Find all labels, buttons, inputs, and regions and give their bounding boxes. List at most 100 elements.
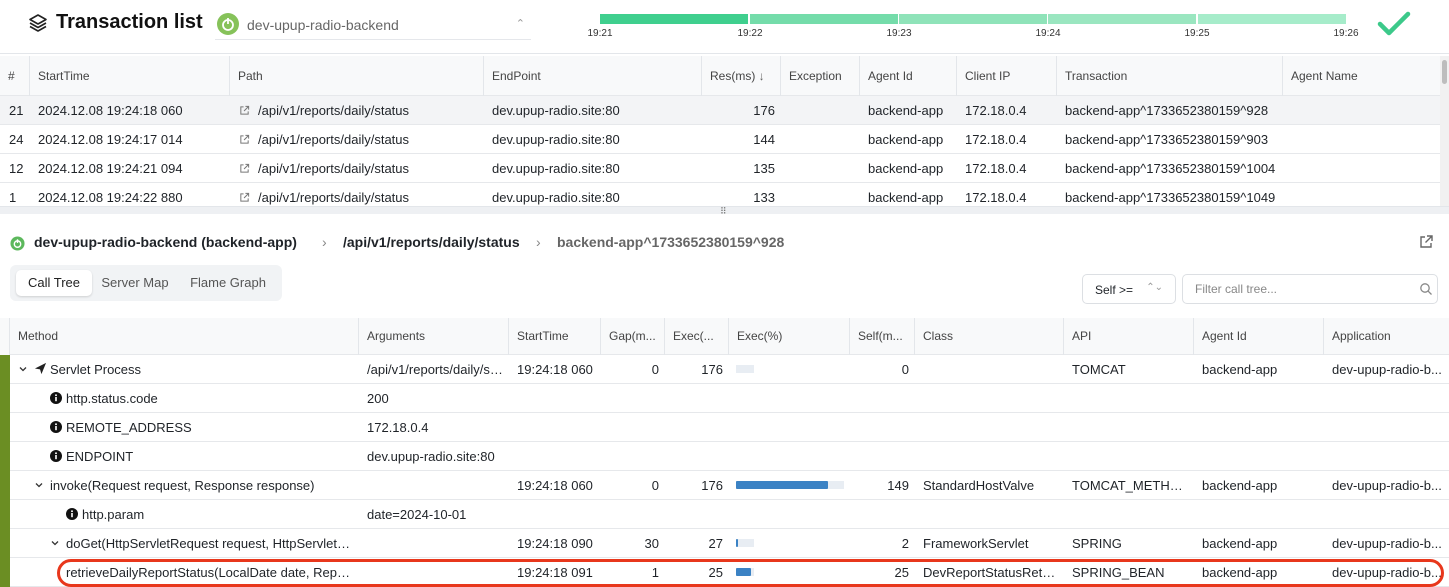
call-tree-row[interactable]: http.param date=2024-10-01 bbox=[0, 500, 1449, 529]
cell-ip: 172.18.0.4 bbox=[965, 103, 1027, 118]
timeline-segment[interactable] bbox=[750, 14, 898, 24]
column-header--[interactable]: # bbox=[8, 69, 28, 83]
column-header-exec-[interactable]: Exec(... bbox=[673, 329, 725, 343]
transaction-table-scrollbar[interactable] bbox=[1440, 56, 1449, 206]
self-threshold-select[interactable]: Self >= ⌃⌄ bbox=[1082, 274, 1176, 304]
column-header-self-m-[interactable]: Self(m... bbox=[858, 329, 911, 343]
external-link-icon[interactable] bbox=[239, 162, 250, 177]
chevron-down-icon[interactable] bbox=[18, 362, 28, 377]
column-separator[interactable] bbox=[1056, 56, 1057, 96]
column-header-exec-[interactable]: Exec(%) bbox=[737, 329, 846, 343]
column-header-endpoint[interactable]: EndPoint bbox=[492, 69, 700, 83]
external-link-icon[interactable] bbox=[1418, 234, 1434, 250]
cell-args: /api/v1/reports/daily/st... bbox=[367, 362, 503, 377]
external-link-icon[interactable] bbox=[239, 133, 250, 148]
pane-splitter[interactable]: ⠿ bbox=[0, 206, 1449, 216]
column-separator[interactable] bbox=[780, 56, 781, 96]
column-header-client-ip[interactable]: Client IP bbox=[965, 69, 1055, 83]
column-header-agent-id[interactable]: Agent Id bbox=[1202, 329, 1320, 343]
column-header-class[interactable]: Class bbox=[923, 329, 1060, 343]
depth-indicator bbox=[0, 384, 10, 413]
application-select[interactable]: dev-upup-radio-backend ⌃ bbox=[215, 10, 531, 40]
call-tree-row[interactable]: invoke(Request request, Response respons… bbox=[0, 471, 1449, 500]
call-tree-row[interactable]: ENDPOINT dev.upup-radio.site:80 bbox=[0, 442, 1449, 471]
column-separator[interactable] bbox=[728, 318, 729, 355]
spring-app-icon bbox=[10, 236, 25, 254]
column-separator[interactable] bbox=[600, 318, 601, 355]
call-tree-row[interactable]: Servlet Process/api/v1/reports/daily/st.… bbox=[0, 355, 1449, 384]
column-header-res-ms-[interactable]: Res(ms) ↓ bbox=[710, 69, 779, 83]
table-row[interactable]: 21 2024.12.08 19:24:18 060/api/v1/reports… bbox=[0, 96, 1440, 125]
filter-call-tree-input[interactable] bbox=[1182, 274, 1438, 304]
column-separator[interactable] bbox=[1323, 318, 1324, 355]
column-separator[interactable] bbox=[664, 318, 665, 355]
breadcrumb-app[interactable]: dev-upup-radio-backend (backend-app) bbox=[34, 234, 297, 250]
cell-endpoint: dev.upup-radio.site:80 bbox=[492, 132, 620, 147]
column-header-gap-m-[interactable]: Gap(m... bbox=[609, 329, 661, 343]
column-separator[interactable] bbox=[1063, 318, 1064, 355]
column-header-transaction[interactable]: Transaction bbox=[1065, 69, 1281, 83]
chevron-down-icon[interactable] bbox=[50, 536, 60, 551]
timeline-label: 19:24 bbox=[1035, 28, 1061, 39]
column-header-starttime[interactable]: StartTime bbox=[517, 329, 597, 343]
column-header-starttime[interactable]: StartTime bbox=[38, 69, 228, 83]
timeline-segment[interactable] bbox=[1048, 14, 1196, 24]
timeline-bar[interactable] bbox=[600, 14, 1346, 24]
cell-tx: backend-app^1733652380159^903 bbox=[1065, 132, 1269, 147]
table-row[interactable]: 24 2024.12.08 19:24:17 014/api/v1/reports… bbox=[0, 125, 1440, 154]
top-header: Transaction list dev-upup-radio-backend … bbox=[0, 0, 1449, 54]
table-row[interactable]: 1 2024.12.08 19:24:22 880/api/v1/reports/… bbox=[0, 183, 1440, 206]
tab-call-tree[interactable]: Call Tree bbox=[16, 270, 92, 296]
call-tree-row[interactable]: doGet(HttpServletRequest request, HttpSe… bbox=[0, 529, 1449, 558]
column-header-arguments[interactable]: Arguments bbox=[367, 329, 505, 343]
column-header-agent-name[interactable]: Agent Name bbox=[1291, 69, 1438, 83]
cell-method: doGet(HttpServletRequest request, HttpSe… bbox=[66, 536, 353, 551]
call-tree-row[interactable]: http.status.code 200 bbox=[0, 384, 1449, 413]
timeline-label: 19:26 bbox=[1333, 28, 1359, 39]
column-separator[interactable] bbox=[859, 56, 860, 96]
column-header-api[interactable]: API bbox=[1072, 329, 1190, 343]
highlight-annotation bbox=[57, 559, 1444, 587]
column-header-method[interactable]: Method bbox=[18, 329, 355, 343]
cell-path[interactable]: /api/v1/reports/daily/status bbox=[258, 103, 480, 118]
column-separator[interactable] bbox=[229, 56, 230, 96]
depth-indicator bbox=[0, 500, 10, 529]
column-separator[interactable] bbox=[508, 318, 509, 355]
timeline-segment[interactable] bbox=[899, 14, 1047, 24]
timeline-segment[interactable] bbox=[600, 14, 748, 24]
cell-app: dev-upup-radio-b... bbox=[1332, 362, 1442, 377]
cell-endpoint: dev.upup-radio.site:80 bbox=[492, 190, 620, 205]
column-separator[interactable] bbox=[849, 318, 850, 355]
chevron-down-icon[interactable] bbox=[34, 478, 44, 493]
column-header-exception[interactable]: Exception bbox=[789, 69, 858, 83]
cell-path[interactable]: /api/v1/reports/daily/status bbox=[258, 161, 480, 176]
tab-flame-graph[interactable]: Flame Graph bbox=[180, 270, 276, 296]
cell-ip: 172.18.0.4 bbox=[965, 190, 1027, 205]
cell-app: dev-upup-radio-b... bbox=[1332, 478, 1442, 493]
column-separator[interactable] bbox=[29, 56, 30, 96]
scrollbar-thumb[interactable] bbox=[1442, 60, 1447, 84]
column-header-agent-id[interactable]: Agent Id bbox=[868, 69, 955, 83]
column-separator[interactable] bbox=[1282, 56, 1283, 96]
timeline-segment[interactable] bbox=[1198, 14, 1346, 24]
column-separator[interactable] bbox=[358, 318, 359, 355]
column-separator[interactable] bbox=[483, 56, 484, 96]
external-link-icon[interactable] bbox=[239, 191, 250, 206]
external-link-icon[interactable] bbox=[239, 104, 250, 119]
breadcrumb-path[interactable]: /api/v1/reports/daily/status bbox=[343, 234, 520, 250]
table-row[interactable]: 12 2024.12.08 19:24:21 094/api/v1/reports… bbox=[0, 154, 1440, 183]
cell-agent: backend-app bbox=[868, 132, 944, 147]
cell-start: 2024.12.08 19:24:21 094 bbox=[38, 161, 183, 176]
cell-start: 19:24:18 060 bbox=[517, 478, 593, 493]
call-tree-row[interactable]: REMOTE_ADDRESS 172.18.0.4 bbox=[0, 413, 1449, 442]
column-separator[interactable] bbox=[956, 56, 957, 96]
column-separator[interactable] bbox=[701, 56, 702, 96]
cell-path[interactable]: /api/v1/reports/daily/status bbox=[258, 190, 480, 205]
column-separator[interactable] bbox=[1193, 318, 1194, 355]
drag-handle-icon[interactable]: ⠿ bbox=[720, 207, 727, 216]
cell-path[interactable]: /api/v1/reports/daily/status bbox=[258, 132, 480, 147]
tab-server-map[interactable]: Server Map bbox=[96, 270, 174, 296]
column-header-path[interactable]: Path bbox=[238, 69, 482, 83]
column-header-application[interactable]: Application bbox=[1332, 329, 1445, 343]
column-separator[interactable] bbox=[914, 318, 915, 355]
